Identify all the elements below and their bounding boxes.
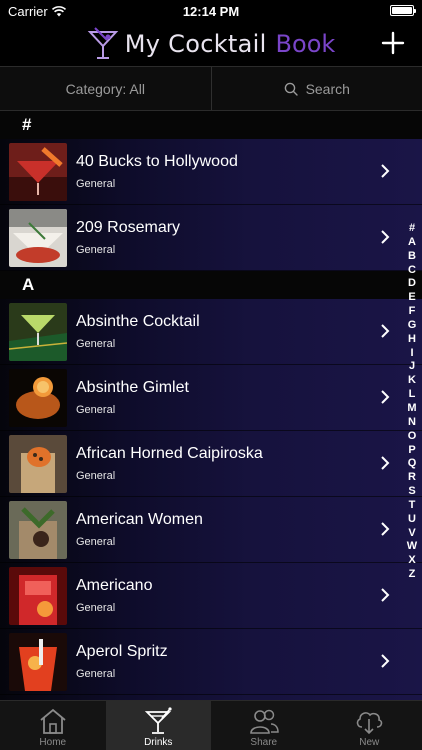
index-letter[interactable]: D <box>408 277 416 291</box>
drink-name: Americano <box>76 577 153 594</box>
search-label: Search <box>305 80 350 97</box>
filter-bar: Category: All Search <box>0 66 422 111</box>
index-letter[interactable]: Q <box>408 457 417 471</box>
app-logo: My Cocktail Book <box>87 26 336 62</box>
drink-category: General <box>76 602 116 614</box>
drink-row[interactable]: Aperol Spritz General <box>0 629 422 695</box>
drink-row[interactable]: American Women General <box>0 497 422 563</box>
drink-thumbnail <box>9 566 67 625</box>
chevron-right-icon <box>381 164 390 178</box>
index-letter[interactable]: M <box>407 402 416 416</box>
index-letter[interactable]: W <box>407 540 417 554</box>
chevron-right-icon <box>381 230 390 244</box>
drink-thumbnail <box>9 368 67 427</box>
status-bar: Carrier 12:14 PM <box>0 0 422 22</box>
category-filter-button[interactable]: Category: All <box>0 67 211 110</box>
battery-icon <box>390 5 416 16</box>
section-header-hash: # <box>0 111 422 139</box>
index-letter[interactable]: V <box>408 527 415 541</box>
drink-category: General <box>76 404 116 416</box>
status-time: 12:14 PM <box>182 4 240 19</box>
tab-share[interactable]: Share <box>211 701 317 750</box>
index-letter[interactable]: S <box>408 485 415 499</box>
drink-category: General <box>76 244 116 256</box>
drink-thumbnail <box>9 632 67 691</box>
drink-row[interactable]: Americano General <box>0 563 422 629</box>
drink-category: General <box>76 536 116 548</box>
index-letter[interactable]: G <box>408 319 417 333</box>
index-letter[interactable]: R <box>408 471 416 485</box>
drink-row[interactable]: 40 Bucks to Hollywood General <box>0 139 422 205</box>
index-letter[interactable]: F <box>409 305 416 319</box>
drink-name: Absinthe Cocktail <box>76 313 200 330</box>
chevron-right-icon <box>381 522 390 536</box>
drink-name: 209 Rosemary <box>76 219 181 236</box>
chevron-right-icon <box>381 390 390 404</box>
drink-thumbnail <box>9 302 67 361</box>
index-letter[interactable]: X <box>408 554 415 568</box>
drink-thumbnail <box>9 434 67 493</box>
cocktail-glass-icon <box>145 707 172 734</box>
drink-category: General <box>76 668 116 680</box>
drink-category: General <box>76 178 116 190</box>
drink-name: Aperol Spritz <box>76 643 168 660</box>
tab-bar: Home Drinks Share New <box>0 700 422 750</box>
drink-thumbnail <box>9 500 67 559</box>
drink-row[interactable]: Absinthe Gimlet General <box>0 365 422 431</box>
drink-row[interactable]: African Horned Caipiroska General <box>0 431 422 497</box>
app-title: My Cocktail <box>124 30 267 58</box>
drink-row[interactable]: Absinthe Cocktail General <box>0 299 422 365</box>
index-letter[interactable]: # <box>409 222 415 236</box>
tab-share-label: Share <box>250 737 278 748</box>
drink-category: General <box>76 338 116 350</box>
search-icon <box>284 82 298 96</box>
cloud-download-icon <box>357 712 383 735</box>
nav-bar: My Cocktail Book <box>0 22 422 66</box>
drink-name: Absinthe Gimlet <box>76 379 189 396</box>
tab-new-label: New <box>359 737 380 748</box>
drink-name: African Horned Caipiroska <box>76 445 263 462</box>
index-letter[interactable]: J <box>409 360 415 374</box>
index-letter[interactable]: E <box>408 291 415 305</box>
category-filter-label: Category: All <box>65 80 145 97</box>
index-letter[interactable]: Z <box>409 568 416 582</box>
tab-home-label: Home <box>39 737 67 748</box>
section-index-bar[interactable]: # A B C D E F G H I J K L M N O P Q R S T U V W X Z <box>406 222 418 582</box>
drink-thumbnail <box>9 208 67 267</box>
people-icon <box>249 709 279 734</box>
drink-thumbnail <box>9 142 67 201</box>
drink-category: General <box>76 470 116 482</box>
index-letter[interactable]: B <box>408 250 416 264</box>
index-letter[interactable]: O <box>408 430 417 444</box>
chevron-right-icon <box>381 456 390 470</box>
chevron-right-icon <box>381 588 390 602</box>
index-letter[interactable]: H <box>408 333 416 347</box>
chevron-right-icon <box>381 654 390 668</box>
home-icon <box>40 708 66 734</box>
tab-drinks[interactable]: Drinks <box>105 701 211 750</box>
index-letter[interactable]: A <box>408 236 416 250</box>
index-letter[interactable]: P <box>408 444 415 458</box>
martini-logo-icon <box>87 27 119 59</box>
chevron-right-icon <box>381 324 390 338</box>
tab-home[interactable]: Home <box>0 701 106 750</box>
index-letter[interactable]: N <box>408 416 416 430</box>
tab-drinks-label: Drinks <box>144 737 173 748</box>
index-letter[interactable]: I <box>410 347 413 361</box>
index-letter[interactable]: L <box>409 388 416 402</box>
tab-new[interactable]: New <box>317 701 422 750</box>
drinks-list[interactable]: # 40 Bucks to Hollywood General 209 Rose… <box>0 111 422 700</box>
index-letter[interactable]: T <box>409 499 416 513</box>
drink-row[interactable]: 209 Rosemary General <box>0 205 422 271</box>
section-header-a: A <box>0 271 422 299</box>
index-letter[interactable]: C <box>408 264 416 278</box>
drink-name: 40 Bucks to Hollywood <box>76 153 238 170</box>
add-button[interactable] <box>378 28 408 58</box>
index-letter[interactable]: U <box>408 513 416 527</box>
app-title-accent: Book <box>275 30 336 58</box>
drink-name: American Women <box>76 511 203 528</box>
index-letter[interactable]: K <box>408 374 416 388</box>
search-button[interactable]: Search <box>212 67 422 110</box>
